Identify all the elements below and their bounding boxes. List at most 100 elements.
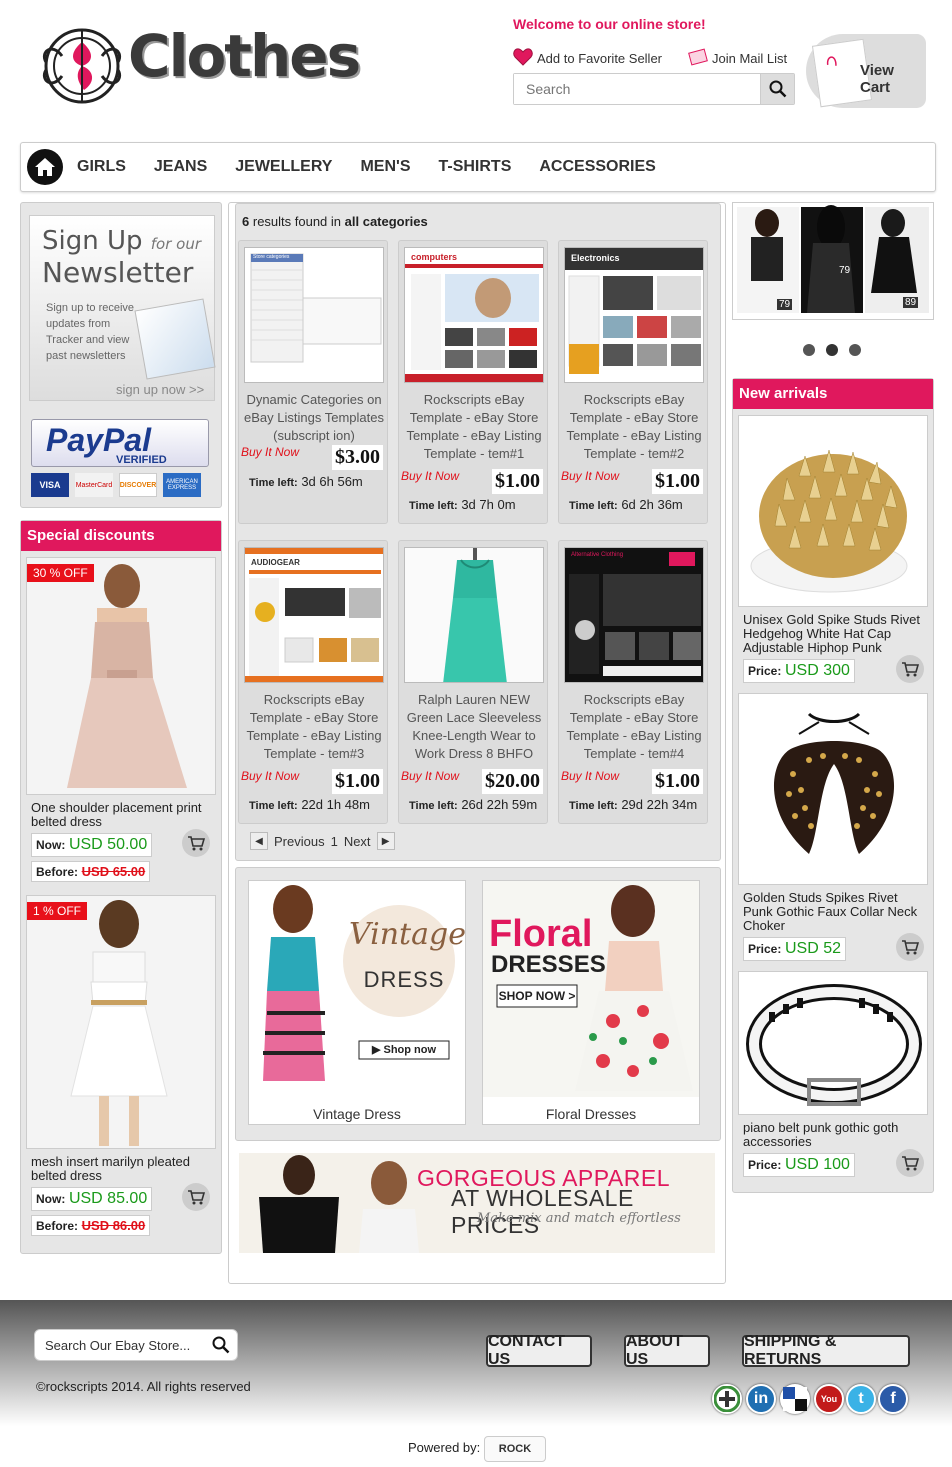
- add-to-cart-button[interactable]: [182, 1183, 210, 1211]
- product-title[interactable]: Rockscripts eBay Template - eBay Store T…: [564, 691, 704, 763]
- add-to-cart-button[interactable]: [896, 1149, 924, 1177]
- rock-logo[interactable]: ROCK: [484, 1436, 546, 1462]
- product-image[interactable]: Alternative Clothing: [564, 547, 704, 683]
- arrival-item-name[interactable]: Unisex Gold Spike Studs Rivet Hedgehog W…: [743, 613, 930, 655]
- search-input[interactable]: [514, 74, 758, 104]
- banner-caption[interactable]: Vintage Dress: [249, 1106, 465, 1122]
- product-card[interactable]: Alternative Clothing Rockscripts eBay Te…: [558, 540, 708, 824]
- footer-search-input[interactable]: Search Our Ebay Store...: [35, 1338, 205, 1353]
- nav-item-girls[interactable]: GIRLS: [77, 158, 126, 176]
- previous-page-link[interactable]: Previous: [274, 834, 325, 849]
- shop-now-button[interactable]: ▶ Shop now: [361, 1043, 447, 1056]
- product-card[interactable]: Electronics Rockscripts eBay Template - …: [558, 240, 708, 524]
- newsletter-signup-link[interactable]: sign up now >>: [116, 382, 204, 397]
- nav-item-jewellery[interactable]: JEWELLERY: [235, 158, 332, 176]
- add-to-cart-button[interactable]: [182, 829, 210, 857]
- vintage-dress-banner[interactable]: Vintage DRESS ▶ Shop now Vintage Dress: [248, 880, 466, 1125]
- slider-dot-2[interactable]: [826, 344, 838, 356]
- wholesale-banner[interactable]: GORGEOUS APPAREL AT WHOLESALE PRICES Mak…: [239, 1153, 715, 1253]
- mastercard-icon: MasterCard: [75, 473, 113, 497]
- facebook-icon[interactable]: f: [878, 1384, 908, 1414]
- floral-dresses-banner[interactable]: Floral DRESSES SHOP NOW > Floral Dresses: [482, 880, 700, 1125]
- vintage-dress-image[interactable]: Vintage DRESS ▶ Shop now: [249, 881, 465, 1097]
- linkedin-icon[interactable]: in: [746, 1384, 776, 1414]
- add-favorite-seller-link[interactable]: Add to Favorite Seller: [513, 48, 662, 69]
- search-button[interactable]: [760, 74, 794, 104]
- google-plus-icon[interactable]: [712, 1384, 742, 1414]
- new-arrivals-heading: New arrivals: [733, 379, 933, 409]
- discount-item-image[interactable]: 1 % OFF: [26, 895, 216, 1149]
- price-label: Price:: [748, 664, 782, 678]
- product-title[interactable]: Ralph Lauren NEW Green Lace Sleeveless K…: [404, 691, 544, 763]
- slider-dot-3[interactable]: [849, 344, 861, 356]
- time-left-label: Time left:: [409, 500, 458, 512]
- page-number[interactable]: 1: [331, 834, 338, 849]
- product-image[interactable]: computers: [404, 247, 544, 383]
- cart-icon: [902, 1156, 919, 1171]
- product-image[interactable]: Electronics: [564, 247, 704, 383]
- time-left: Time left: 3d 7h 0m: [409, 497, 516, 512]
- product-image[interactable]: Store categories: [244, 247, 384, 383]
- arrival-item-name[interactable]: Golden Studs Spikes Rivet Punk Gothic Fa…: [743, 891, 930, 933]
- product-image[interactable]: [404, 547, 544, 683]
- nav-item-accessories[interactable]: ACCESSORIES: [539, 158, 655, 176]
- product-title[interactable]: Rockscripts eBay Template - eBay Store T…: [404, 391, 544, 463]
- discover-card-icon: DISCOVER: [119, 473, 157, 497]
- arrival-item-image[interactable]: [738, 415, 928, 607]
- featured-slider[interactable]: 79 79 89: [732, 202, 934, 320]
- add-to-cart-button[interactable]: [896, 933, 924, 961]
- logo-emblem-icon: [43, 28, 121, 104]
- paypal-verified-text: VERIFIED: [116, 454, 167, 466]
- floral-title: Floral: [489, 913, 593, 955]
- discount-item[interactable]: 1 % OFF mesh insert marilyn pleated belt…: [26, 895, 218, 1236]
- arrival-item[interactable]: piano belt punk gothic goth accessories …: [738, 971, 930, 1177]
- next-page-link[interactable]: Next: [344, 834, 371, 849]
- footer-search-button[interactable]: [205, 1336, 237, 1354]
- twitter-icon[interactable]: t: [846, 1384, 876, 1414]
- product-card[interactable]: AUDIOGEAR Rockscripts eBay Template - eB…: [238, 540, 388, 824]
- slider-dot-1[interactable]: [803, 344, 815, 356]
- about-us-button[interactable]: ABOUT US: [624, 1333, 710, 1368]
- view-cart-button[interactable]: View Cart: [806, 34, 926, 108]
- floral-dresses-image[interactable]: Floral DRESSES SHOP NOW >: [483, 881, 699, 1097]
- home-button[interactable]: [27, 149, 63, 185]
- before-price-value: USD 65.00: [81, 864, 146, 879]
- newsletter-title-for: for our: [150, 235, 202, 253]
- product-card[interactable]: Store categories Dynamic Categories on e…: [238, 240, 388, 524]
- next-arrow-icon[interactable]: ▶: [376, 832, 395, 850]
- product-card[interactable]: computers Rockscripts eBay Template - eB…: [398, 240, 548, 524]
- previous-arrow-icon[interactable]: ◀: [250, 832, 268, 850]
- banner-caption[interactable]: Floral Dresses: [483, 1106, 699, 1122]
- results-found-text: results found in: [252, 214, 342, 229]
- product-title[interactable]: Rockscripts eBay Template - eBay Store T…: [564, 391, 704, 463]
- discount-item-name[interactable]: One shoulder placement print belted dres…: [31, 801, 218, 829]
- discount-item-image[interactable]: 30 % OFF: [26, 557, 216, 795]
- product-title[interactable]: Rockscripts eBay Template - eBay Store T…: [244, 691, 384, 763]
- join-mail-list-link[interactable]: Join Mail List: [688, 48, 787, 69]
- before-price: Before: USD 86.00: [31, 1215, 151, 1236]
- discount-item-name[interactable]: mesh insert marilyn pleated belted dress: [31, 1155, 218, 1183]
- footer: Search Our Ebay Store... CONTACT US ABOU…: [0, 1300, 952, 1426]
- add-to-cart-button[interactable]: [896, 655, 924, 683]
- nav-item-mens[interactable]: MEN'S: [360, 158, 410, 176]
- product-title[interactable]: Dynamic Categories on eBay Listings Temp…: [244, 391, 384, 445]
- nav-item-tshirts[interactable]: T-SHIRTS: [438, 158, 511, 176]
- shipping-returns-button[interactable]: SHIPPING & RETURNS: [742, 1333, 910, 1368]
- favorite-label: Add to Favorite Seller: [537, 51, 663, 66]
- footer-search[interactable]: Search Our Ebay Store...: [34, 1329, 238, 1361]
- product-image[interactable]: AUDIOGEAR: [244, 547, 384, 683]
- delicious-icon[interactable]: [780, 1384, 810, 1414]
- arrival-item-image[interactable]: [738, 971, 928, 1115]
- nav-item-jeans[interactable]: JEANS: [154, 158, 207, 176]
- youtube-icon[interactable]: You: [814, 1384, 844, 1414]
- newsletter-signup-banner[interactable]: Sign Up for our Newsletter Sign up to re…: [29, 215, 216, 401]
- contact-us-button[interactable]: CONTACT US: [486, 1333, 592, 1368]
- time-left-value: 26d 22h 59m: [461, 797, 538, 812]
- product-card[interactable]: Ralph Lauren NEW Green Lace Sleeveless K…: [398, 540, 548, 824]
- arrival-item-name[interactable]: piano belt punk gothic goth accessories: [743, 1121, 930, 1149]
- discount-item[interactable]: 30 % OFF One shoulder placement print be…: [26, 557, 218, 882]
- arrival-item[interactable]: Golden Studs Spikes Rivet Punk Gothic Fa…: [738, 693, 930, 961]
- arrival-item[interactable]: Unisex Gold Spike Studs Rivet Hedgehog W…: [738, 415, 930, 683]
- floral-shop-now-button[interactable]: SHOP NOW >: [497, 989, 577, 1003]
- arrival-item-image[interactable]: [738, 693, 928, 885]
